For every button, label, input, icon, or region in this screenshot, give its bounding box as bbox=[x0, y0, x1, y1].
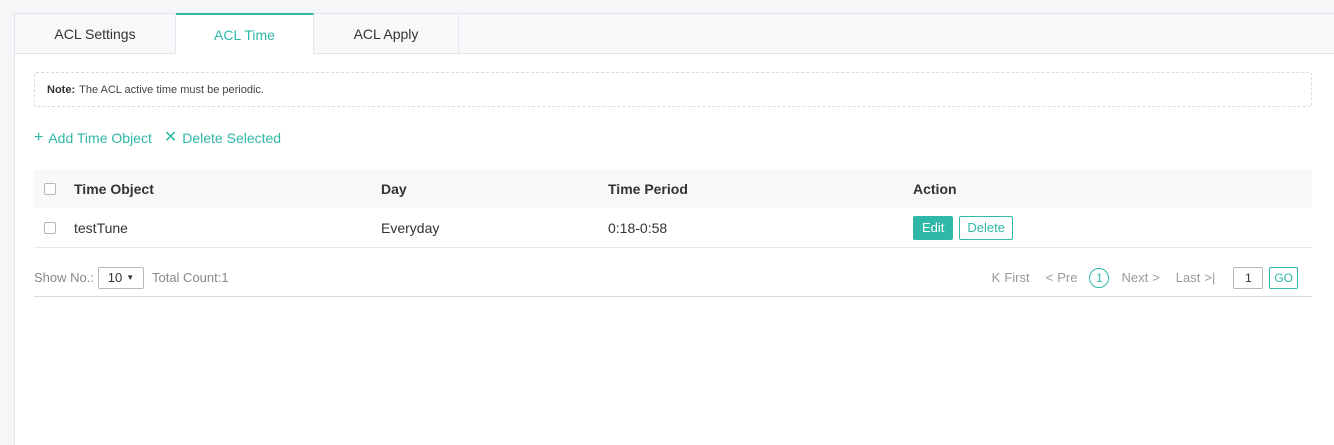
table-row: testTune Everyday 0:18-0:58 Edit Delete bbox=[34, 208, 1312, 248]
tab-acl-settings[interactable]: ACL Settings bbox=[15, 14, 176, 54]
tab-acl-time[interactable]: ACL Time bbox=[176, 13, 314, 54]
toolbar: + Add Time Object ✕ Delete Selected bbox=[34, 129, 282, 147]
acl-panel: ACL Settings ACL Time ACL Apply Note: Th… bbox=[14, 13, 1334, 445]
add-time-object-button[interactable]: + Add Time Object bbox=[34, 129, 152, 147]
page-size-select[interactable]: 10 ▼ bbox=[97, 266, 144, 289]
header-time-period: Time Period bbox=[608, 181, 688, 197]
first-page-label: First bbox=[1004, 270, 1030, 285]
time-object-table: Time Object Day Time Period Action testT… bbox=[34, 170, 1312, 248]
chevron-right-icon: > bbox=[1152, 270, 1160, 285]
note-box: Note: The ACL active time must be period… bbox=[34, 72, 1312, 107]
first-page-button[interactable]: K First bbox=[992, 270, 1030, 285]
select-all-cell bbox=[34, 183, 74, 195]
tab-bar: ACL Settings ACL Time ACL Apply bbox=[15, 13, 1334, 54]
row-select-cell bbox=[34, 221, 74, 234]
total-count: Total Count:1 bbox=[151, 270, 229, 285]
row-checkbox[interactable] bbox=[44, 221, 56, 234]
last-page-button[interactable]: Last >| bbox=[1176, 270, 1216, 285]
cell-time-object: testTune bbox=[74, 219, 128, 236]
tab-acl-apply[interactable]: ACL Apply bbox=[314, 14, 459, 54]
last-page-icon: >| bbox=[1204, 270, 1216, 285]
header-day: Day bbox=[381, 181, 407, 197]
current-page-number[interactable]: 1 bbox=[1089, 267, 1110, 288]
pager-controls: K First < Pre 1 Next > Last >| GO bbox=[992, 266, 1298, 289]
last-page-label: Last bbox=[1175, 270, 1201, 285]
add-time-object-label: Add Time Object bbox=[48, 130, 152, 146]
header-time-object: Time Object bbox=[74, 181, 154, 197]
note-label: Note: bbox=[47, 83, 76, 96]
header-action: Action bbox=[913, 181, 957, 197]
previous-page-button[interactable]: < Pre bbox=[1046, 270, 1078, 285]
delete-button[interactable]: Delete bbox=[959, 215, 1013, 240]
cell-day: Everyday bbox=[381, 219, 440, 236]
page-number-input[interactable] bbox=[1233, 266, 1264, 289]
cell-action: Edit Delete bbox=[913, 215, 1312, 240]
next-page-button[interactable]: Next > bbox=[1121, 270, 1159, 285]
first-page-icon: K bbox=[991, 270, 1001, 285]
chevron-left-icon: < bbox=[1045, 270, 1054, 285]
show-no-label: Show No.: bbox=[34, 270, 94, 285]
pagination-bar: Show No.: 10 ▼ Total Count:1 K First < P… bbox=[34, 259, 1312, 297]
chevron-down-icon: ▼ bbox=[126, 273, 135, 282]
go-button[interactable]: GO bbox=[1269, 266, 1298, 289]
close-icon: ✕ bbox=[163, 129, 178, 146]
select-all-checkbox[interactable] bbox=[44, 183, 56, 195]
cell-time-period: 0:18-0:58 bbox=[608, 219, 668, 236]
delete-selected-label: Delete Selected bbox=[182, 130, 282, 146]
next-page-label: Next bbox=[1121, 270, 1149, 285]
delete-selected-button[interactable]: ✕ Delete Selected bbox=[163, 129, 282, 147]
edit-button[interactable]: Edit bbox=[913, 215, 954, 240]
page-size-value: 10 bbox=[107, 270, 123, 285]
note-text: The ACL active time must be periodic. bbox=[79, 83, 264, 96]
plus-icon: + bbox=[34, 129, 44, 146]
previous-page-label: Pre bbox=[1057, 270, 1078, 285]
table-header-row: Time Object Day Time Period Action bbox=[34, 170, 1312, 208]
